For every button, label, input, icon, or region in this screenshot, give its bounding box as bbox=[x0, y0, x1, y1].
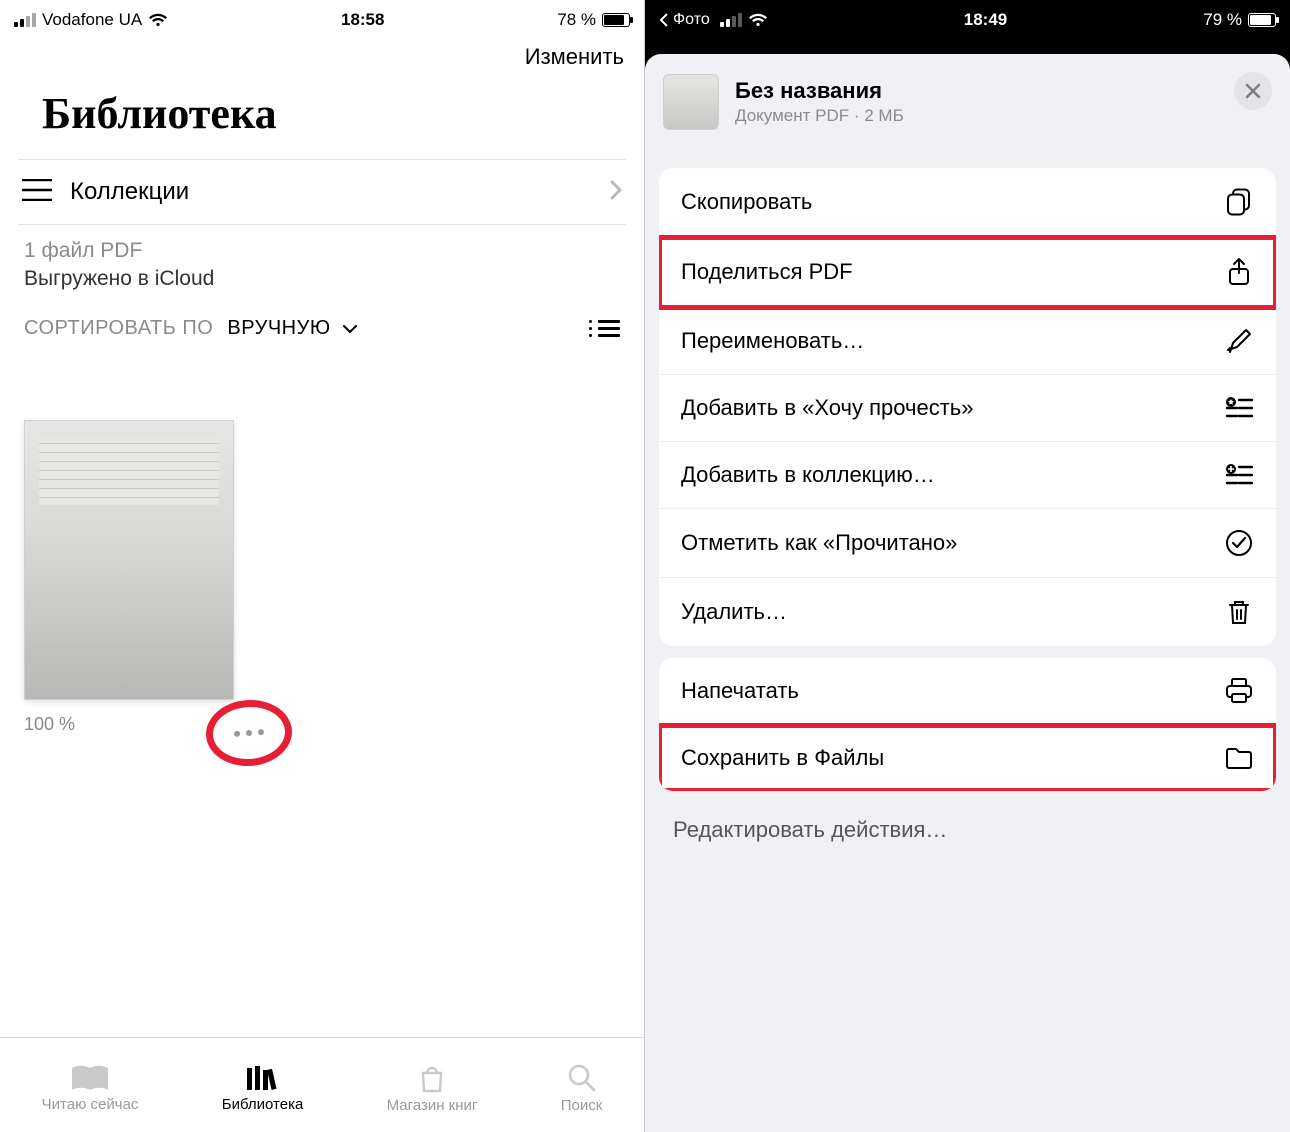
action-add-collection[interactable]: Добавить в коллекцию… bbox=[659, 442, 1276, 509]
chevron-down-icon bbox=[343, 317, 357, 339]
document-meta: Документ PDF · 2 МБ bbox=[735, 106, 904, 126]
chevron-right-icon bbox=[610, 180, 622, 205]
action-copy[interactable]: Скопировать bbox=[659, 168, 1276, 237]
tab-bar: Читаю сейчас Библиотека Магазин книг Пои… bbox=[0, 1037, 644, 1132]
action-want-to-read[interactable]: Добавить в «Хочу прочесть» bbox=[659, 375, 1276, 442]
library-summary: 1 файл PDF Выгружено в iCloud bbox=[0, 225, 644, 309]
edit-button[interactable]: Изменить bbox=[525, 44, 624, 70]
action-print[interactable]: Напечатать bbox=[659, 658, 1276, 725]
signal-icon bbox=[14, 13, 36, 27]
more-button-highlight[interactable] bbox=[204, 697, 294, 769]
sort-label: СОРТИРОВАТЬ ПО bbox=[24, 317, 213, 339]
books-library-screen: Vodafone UA 18:58 78 % Изменить Библиоте… bbox=[0, 0, 645, 1132]
share-icon bbox=[1224, 257, 1254, 287]
printer-icon bbox=[1224, 678, 1254, 704]
actions-group-2: Напечатать Сохранить в Файлы bbox=[659, 658, 1276, 791]
sort-value: ВРУЧНУЮ bbox=[227, 317, 330, 339]
wifi-icon bbox=[748, 13, 768, 28]
bag-icon bbox=[417, 1063, 447, 1093]
collections-label: Коллекции bbox=[70, 178, 592, 206]
share-sheet-screen: Фото 18:49 79 % Без названия Документ PD… bbox=[645, 0, 1290, 1132]
status-bar: Vodafone UA 18:58 78 % bbox=[0, 0, 644, 40]
actions-group-1: Скопировать Поделиться PDF Переименовать… bbox=[659, 168, 1276, 646]
action-mark-read[interactable]: Отметить как «Прочитано» bbox=[659, 509, 1276, 578]
action-rename[interactable]: Переименовать… bbox=[659, 308, 1276, 375]
checkmark-circle-icon bbox=[1224, 529, 1254, 557]
battery-pct: 78 % bbox=[557, 10, 596, 30]
page-title: Библиотека bbox=[18, 76, 626, 160]
sync-status: Выгружено в iCloud bbox=[24, 267, 620, 291]
list-view-icon[interactable] bbox=[598, 320, 620, 337]
pencil-icon bbox=[1224, 328, 1254, 354]
clock: 18:58 bbox=[341, 10, 384, 30]
document-thumbnail[interactable] bbox=[24, 420, 234, 700]
tab-reading-now[interactable]: Читаю сейчас bbox=[42, 1064, 139, 1113]
action-save-to-files[interactable]: Сохранить в Файлы bbox=[659, 725, 1276, 791]
battery-pct: 79 % bbox=[1203, 10, 1242, 30]
copy-icon bbox=[1224, 188, 1254, 216]
action-share-pdf[interactable]: Поделиться PDF bbox=[659, 237, 1276, 308]
collections-row[interactable]: Коллекции bbox=[18, 160, 626, 225]
library-icon bbox=[245, 1064, 281, 1092]
carrier-label: Vodafone UA bbox=[42, 10, 142, 30]
close-button[interactable] bbox=[1234, 72, 1272, 110]
sheet-header: Без названия Документ PDF · 2 МБ bbox=[645, 54, 1290, 156]
trash-icon bbox=[1224, 598, 1254, 626]
wifi-icon bbox=[148, 13, 168, 28]
file-count: 1 файл PDF bbox=[24, 239, 620, 263]
add-list-icon bbox=[1224, 463, 1254, 487]
status-bar: Фото 18:49 79 % bbox=[645, 0, 1290, 40]
battery-icon bbox=[1248, 13, 1276, 27]
close-icon bbox=[1245, 83, 1261, 99]
folder-icon bbox=[1224, 746, 1254, 770]
hamburger-icon bbox=[22, 179, 52, 206]
search-icon bbox=[567, 1063, 597, 1093]
edit-actions-link[interactable]: Редактировать действия… bbox=[645, 791, 1290, 869]
document-title: Без названия bbox=[735, 78, 904, 104]
battery-icon bbox=[602, 13, 630, 27]
share-sheet: Без названия Документ PDF · 2 МБ Скопиро… bbox=[645, 54, 1290, 1132]
sort-row[interactable]: СОРТИРОВАТЬ ПО ВРУЧНУЮ bbox=[0, 309, 644, 350]
document-progress: 100 % bbox=[24, 714, 620, 735]
clock: 18:49 bbox=[964, 10, 1007, 30]
star-list-icon bbox=[1224, 396, 1254, 420]
tab-search[interactable]: Поиск bbox=[561, 1063, 603, 1114]
document-thumb bbox=[663, 74, 719, 130]
book-open-icon bbox=[70, 1064, 110, 1092]
tab-store[interactable]: Магазин книг bbox=[387, 1063, 478, 1114]
tab-library[interactable]: Библиотека bbox=[222, 1064, 304, 1113]
action-delete[interactable]: Удалить… bbox=[659, 578, 1276, 646]
signal-icon bbox=[720, 13, 742, 27]
back-to-app[interactable]: Фото bbox=[659, 11, 710, 29]
caret-left-icon bbox=[659, 13, 669, 27]
